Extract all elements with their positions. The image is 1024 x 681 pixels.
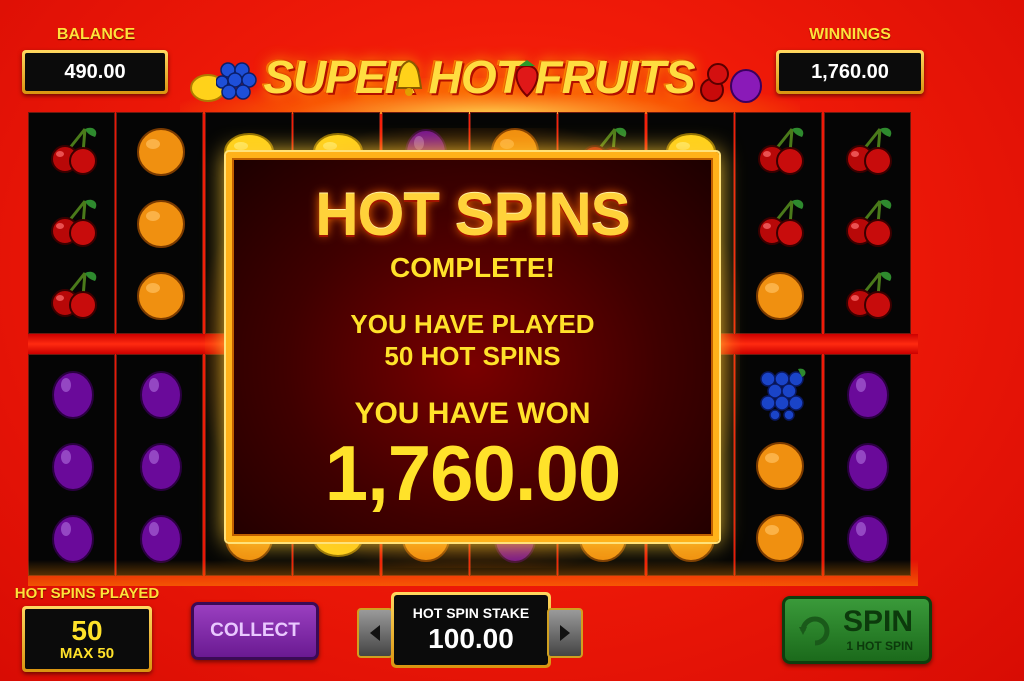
reel-top-1 [28, 112, 115, 334]
played-line-2: 50 HOT SPINS [384, 341, 561, 371]
grapes-icon [216, 62, 257, 100]
plum-icon [51, 443, 94, 491]
cherry-icon [757, 199, 804, 247]
plum-icon [139, 443, 182, 491]
plum-icon [730, 69, 762, 103]
reel-bottom-2 [116, 354, 204, 576]
orange-icon [755, 272, 804, 320]
cherry-icon [50, 199, 97, 247]
orange-icon [136, 128, 185, 176]
triangle-left-icon [370, 625, 380, 641]
hot-spins-played-value: 50 [71, 615, 103, 647]
reel-top-9 [735, 112, 823, 334]
triangle-right-icon [560, 625, 570, 641]
strawberry-icon [515, 60, 539, 98]
reel-bottom-10 [823, 354, 911, 576]
balance-label: BALANCE [56, 26, 136, 43]
reel-top-10 [823, 112, 911, 334]
plum-icon [847, 515, 890, 563]
bell-icon [395, 59, 423, 96]
balance-box: 490.00 [22, 50, 168, 94]
winnings-label: WINNINGS [809, 26, 891, 43]
orange-icon [755, 442, 804, 490]
orange-icon [755, 514, 804, 562]
collect-button[interactable]: COLLECT [191, 602, 319, 660]
reel-bottom-9 [735, 354, 823, 576]
orange-icon [136, 200, 185, 248]
stake-decrease-button[interactable] [357, 608, 393, 658]
game-logo: SUPER HOT FRUITS [188, 44, 768, 110]
hot-spins-max: MAX 50 [59, 644, 115, 662]
hot-spins-played-box: 50 MAX 50 [22, 606, 152, 672]
cherry-icon [50, 127, 97, 175]
plum-icon [139, 371, 182, 419]
cherry-icon [846, 127, 893, 175]
balance-value: 490.00 [25, 53, 165, 91]
dialog-title: HOT SPINS [315, 181, 630, 248]
grapes-icon [759, 368, 806, 421]
cherry-icon [846, 271, 893, 319]
plum-icon [51, 515, 94, 563]
reel-top-2 [116, 112, 204, 334]
plum-icon [139, 515, 182, 563]
played-line-1: YOU HAVE PLAYED [350, 309, 595, 339]
cherry-icon [757, 127, 804, 175]
hot-spins-complete-dialog: HOT SPINS COMPLETE! YOU HAVE PLAYED 50 H… [226, 152, 719, 542]
won-label: YOU HAVE WON [354, 397, 591, 430]
spin-button[interactable]: SPIN 1 HOT SPIN [782, 596, 932, 664]
hot-spin-stake-box: HOT SPIN STAKE 100.00 [391, 592, 551, 668]
stake-label: HOT SPIN STAKE [412, 605, 530, 621]
plum-icon [847, 371, 890, 419]
cherry-icon [50, 271, 97, 319]
dialog-subtitle: COMPLETE! [390, 252, 555, 283]
stake-value: 100.00 [428, 623, 514, 654]
won-amount: 1,760.00 [324, 429, 622, 517]
cherry-icon [846, 199, 893, 247]
reel-bottom-1 [28, 354, 115, 576]
stake-increase-button[interactable] [547, 608, 583, 658]
orange-icon [136, 272, 185, 320]
winnings-value: 1,760.00 [779, 53, 921, 91]
plum-icon [51, 371, 94, 419]
spin-arrow-icon [799, 616, 830, 646]
plum-icon [847, 443, 890, 491]
hot-spins-played-label: HOT SPINS PLAYED [14, 585, 160, 602]
logo-text: SUPER HOT FRUITS [263, 51, 695, 103]
